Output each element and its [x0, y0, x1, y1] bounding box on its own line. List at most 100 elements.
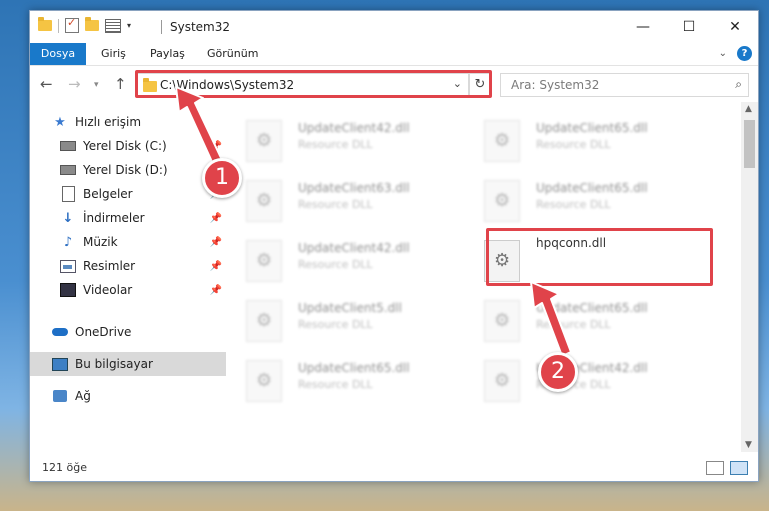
file-name: UpdateClient65.dll [536, 121, 648, 135]
sidebar-item-documents[interactable]: Belgeler 📌 [30, 182, 226, 206]
file-type: Resource DLL [298, 318, 373, 331]
chevron-down-icon[interactable]: ▾ [127, 21, 131, 30]
vertical-scrollbar[interactable]: ▲ ▼ [741, 102, 758, 452]
dll-file-icon [246, 360, 282, 402]
tab-view[interactable]: Görünüm [207, 43, 258, 65]
new-folder-icon[interactable] [85, 17, 99, 31]
dll-file-icon [484, 180, 520, 222]
file-item[interactable]: UpdateClient65.dll Resource DLL [464, 116, 684, 166]
drive-icon [60, 162, 76, 178]
file-item[interactable]: UpdateClient42.dll Resource DLL [226, 116, 446, 166]
file-item[interactable]: UpdateClient42.dll Resource DLL [226, 236, 446, 286]
customize-icon[interactable] [105, 18, 121, 33]
file-name: UpdateClient42.dll [298, 241, 410, 255]
search-icon[interactable]: ⌕ [735, 77, 742, 92]
pin-icon[interactable]: 📌 [210, 141, 222, 152]
pin-icon[interactable]: 📌 [210, 213, 222, 224]
sidebar-item-label: Ağ [75, 389, 91, 403]
toolbar-divider [58, 18, 59, 33]
sidebar-item-disk-c[interactable]: Yerel Disk (C:) 📌 [30, 134, 226, 158]
tab-home[interactable]: Giriş [101, 43, 126, 65]
title-divider [161, 20, 162, 34]
expand-ribbon-icon[interactable]: ⌄ [719, 48, 727, 59]
large-icons-view-icon[interactable] [730, 461, 748, 475]
file-type: Resource DLL [536, 138, 611, 151]
search-input[interactable]: Ara: System32 ⌕ [500, 73, 749, 97]
tab-share[interactable]: Paylaş [150, 43, 185, 65]
drive-icon [60, 138, 76, 154]
properties-icon[interactable] [65, 16, 79, 33]
item-count: 121 öğe [42, 461, 87, 474]
documents-icon [60, 186, 76, 202]
up-arrow-icon[interactable]: ↑ [114, 75, 127, 93]
file-name: UpdateClient65.dll [298, 361, 410, 375]
file-name: UpdateClient63.dll [298, 181, 410, 195]
sidebar-item-label: Yerel Disk (D:) [83, 163, 168, 177]
sidebar-item-label: Hızlı erişim [75, 115, 142, 129]
scrollbar-thumb[interactable] [744, 120, 755, 168]
help-icon[interactable]: ? [737, 46, 752, 61]
step-2-badge: 2 [538, 352, 578, 392]
pin-icon[interactable]: 📌 [210, 261, 222, 272]
view-switcher [706, 461, 748, 475]
folder-icon [38, 17, 52, 31]
dll-file-icon [246, 180, 282, 222]
file-item[interactable]: UpdateClient5.dll Resource DLL [226, 296, 446, 346]
sidebar-item-label: Müzik [83, 235, 118, 249]
scroll-up-icon[interactable]: ▲ [745, 104, 752, 114]
sidebar-item-pictures[interactable]: Resimler 📌 [30, 254, 226, 278]
pin-icon[interactable]: 📌 [210, 285, 222, 296]
sidebar-item-disk-d[interactable]: Yerel Disk (D:) 📌 [30, 158, 226, 182]
file-item[interactable]: UpdateClient65.dll Resource DLL [464, 296, 684, 346]
file-type: Resource DLL [536, 198, 611, 211]
file-name: UpdateClient65.dll [536, 301, 648, 315]
sidebar-item-videos[interactable]: Videolar 📌 [30, 278, 226, 302]
quick-access-toolbar: ▾ [38, 16, 131, 33]
file-name: UpdateClient5.dll [298, 301, 402, 315]
sidebar-item-label: Bu bilgisayar [75, 357, 153, 371]
minimize-button[interactable]: — [620, 11, 666, 43]
file-item[interactable]: UpdateClient65.dll Resource DLL [226, 356, 446, 406]
status-bar: 121 öğe [30, 457, 758, 481]
title-bar: ▾ System32 — ☐ ✕ [30, 11, 758, 43]
ribbon-tabs: Dosya Giriş Paylaş Görünüm ⌄ ? [30, 43, 758, 66]
network-icon [52, 388, 68, 404]
sidebar-item-network[interactable]: Ağ [30, 384, 226, 408]
close-button[interactable]: ✕ [712, 11, 758, 43]
window-title: System32 [170, 20, 231, 34]
file-item[interactable]: UpdateClient63.dll Resource DLL [226, 176, 446, 226]
pin-icon[interactable]: 📌 [210, 237, 222, 248]
file-item[interactable]: UpdateClient65.dll Resource DLL [464, 176, 684, 226]
forward-arrow-icon[interactable]: → [68, 75, 81, 93]
dll-file-icon [484, 300, 520, 342]
sidebar-item-label: Videolar [83, 283, 133, 297]
details-view-icon[interactable] [706, 461, 724, 475]
file-type: Resource DLL [536, 318, 611, 331]
dll-file-icon [484, 360, 520, 402]
dll-file-icon [246, 240, 282, 282]
sidebar-item-label: Belgeler [83, 187, 133, 201]
scroll-down-icon[interactable]: ▼ [745, 440, 752, 450]
sidebar-item-label: OneDrive [75, 325, 132, 339]
navigation-pane: ★ Hızlı erişim Yerel Disk (C:) 📌 Yerel D… [30, 102, 226, 452]
sidebar-item-this-pc[interactable]: Bu bilgisayar [30, 352, 226, 376]
file-explorer-window: ▾ System32 — ☐ ✕ Dosya Giriş Paylaş Görü… [29, 10, 759, 482]
file-name: UpdateClient42.dll [298, 121, 410, 135]
search-placeholder: Ara: System32 [511, 78, 600, 92]
dll-file-icon [246, 120, 282, 162]
music-icon: ♪ [63, 234, 73, 250]
file-type: Resource DLL [298, 378, 373, 391]
maximize-button[interactable]: ☐ [666, 11, 712, 43]
star-icon: ★ [54, 114, 66, 130]
sidebar-item-onedrive[interactable]: OneDrive [30, 320, 226, 344]
sidebar-item-music[interactable]: ♪ Müzik 📌 [30, 230, 226, 254]
file-type: Resource DLL [298, 138, 373, 151]
dll-file-icon [246, 300, 282, 342]
back-arrow-icon[interactable]: ← [40, 75, 53, 93]
tab-file[interactable]: Dosya [30, 43, 86, 65]
sidebar-item-quick-access[interactable]: ★ Hızlı erişim [30, 110, 226, 134]
sidebar-item-downloads[interactable]: ↓ İndirmeler 📌 [30, 206, 226, 230]
pictures-icon [60, 258, 76, 274]
recent-locations-icon[interactable]: ▾ [94, 80, 99, 90]
file-type: Resource DLL [298, 258, 373, 271]
